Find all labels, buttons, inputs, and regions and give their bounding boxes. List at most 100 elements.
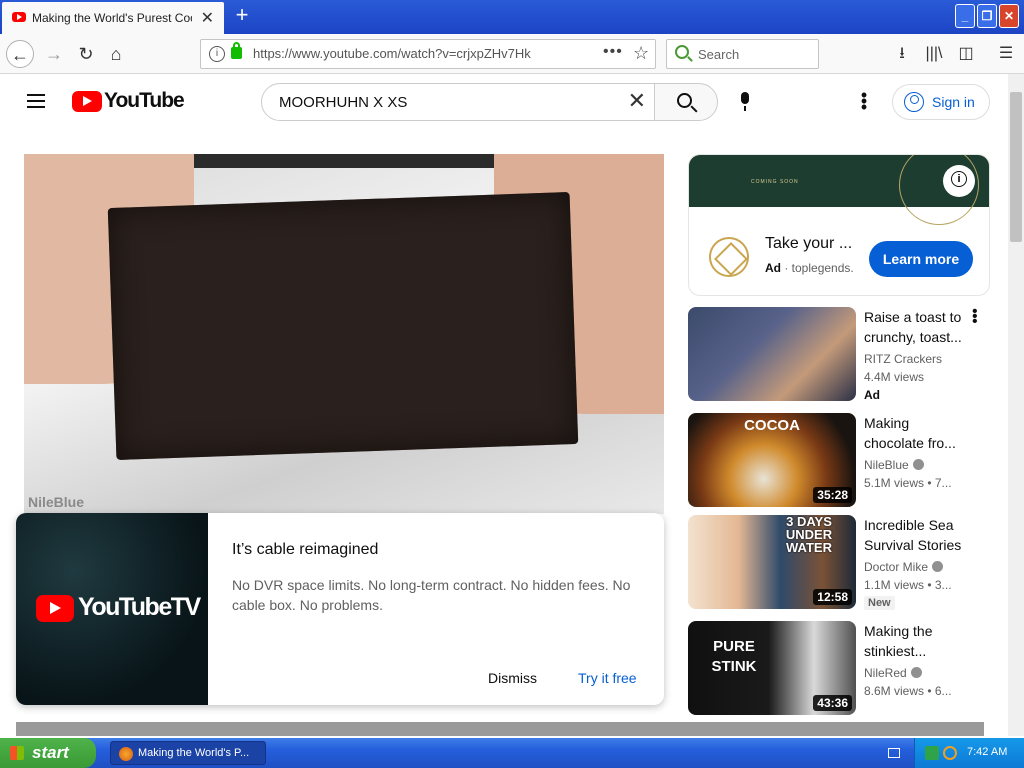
sidebar-ad-card[interactable]: COMING SOON Take your ... Ad · toplegend… <box>688 154 990 296</box>
keyboard-icon[interactable] <box>888 748 900 758</box>
download-icon[interactable]: ⭳ <box>888 40 916 68</box>
clear-search-icon[interactable]: ✕ <box>628 88 646 114</box>
channel-name[interactable]: NileBlue <box>864 458 924 472</box>
promo-body: No DVR space limits. No long-term contra… <box>232 577 631 613</box>
padlock-icon[interactable] <box>231 42 242 59</box>
ad-meta: Ad · toplegends. <box>765 261 854 275</box>
ad-badge: Ad <box>765 261 781 275</box>
advertiser-logo <box>709 237 749 277</box>
thumbnail-caption: COCOA <box>744 417 800 434</box>
page-actions-icon[interactable]: ••• <box>603 43 623 61</box>
verified-icon <box>932 561 944 572</box>
youtube-logo-text[interactable]: YouTube <box>104 89 185 113</box>
browser-search-box[interactable]: Search <box>666 39 819 69</box>
learn-more-button[interactable]: Learn more <box>869 241 973 277</box>
new-badge: New <box>864 596 895 610</box>
ad-badge: Ad <box>864 388 880 402</box>
search-query-text[interactable]: MOORHUHN X XS <box>279 94 407 111</box>
video-duration: 35:28 <box>813 487 852 503</box>
minimize-window-button[interactable]: _ <box>955 4 975 28</box>
chocolate-bar <box>107 192 579 460</box>
try-it-free-button[interactable]: Try it free <box>578 670 637 686</box>
thumbnail-caption: PURE STINK <box>711 638 757 675</box>
video-duration: 12:58 <box>813 589 852 605</box>
list-item[interactable]: PURE STINK 43:36 Making the stinkiest... … <box>688 621 988 715</box>
search-tray-icon[interactable] <box>943 746 957 760</box>
forward-arrow-icon[interactable]: → <box>40 40 68 68</box>
video-thumbnail[interactable]: 3 DAYS UNDER WATER 12:58 <box>688 515 856 609</box>
close-tab-icon[interactable]: ✕ <box>201 8 214 28</box>
video-player[interactable]: NileBlue <box>24 154 664 514</box>
list-item[interactable]: 3 DAYS UNDER WATER 12:58 Incredible Sea S… <box>688 515 988 610</box>
clock[interactable]: 7:42 AM <box>967 746 1007 758</box>
bookmark-star-icon[interactable]: ☆ <box>633 43 649 64</box>
new-tab-icon[interactable]: + <box>230 4 254 26</box>
sign-in-button[interactable]: Sign in <box>892 84 990 120</box>
more-options-icon[interactable]: • • • <box>972 304 978 330</box>
hamburger-menu-icon[interactable]: ☰ <box>992 40 1020 68</box>
youtube-search-button[interactable] <box>654 83 718 121</box>
verified-icon <box>912 459 924 470</box>
advertiser-name: toplegends. <box>791 261 854 275</box>
library-icon[interactable]: |||\ <box>920 40 948 68</box>
video-thumbnail[interactable]: COCOA 35:28 <box>688 413 856 507</box>
view-count: 1.1M views • 3... <box>864 578 952 592</box>
address-bar[interactable]: i https://www.youtube.com/watch?v=crjxpZ… <box>200 39 656 69</box>
sidebar-icon[interactable]: ◫ <box>952 40 980 68</box>
view-count: 4.4M views <box>864 370 925 384</box>
thumbnail-caption: 3 DAYS UNDER WATER <box>785 515 833 555</box>
home-icon[interactable]: ⌂ <box>102 40 130 68</box>
youtube-logo-icon[interactable] <box>72 91 102 112</box>
guide-menu-icon[interactable] <box>27 94 45 108</box>
screen: Making the World's Purest Cookie ✕ + _ ❐… <box>0 0 1024 768</box>
video-title[interactable]: Making chocolate fro... <box>864 413 974 453</box>
video-title[interactable]: Raise a toast to crunchy, toast... <box>864 307 974 347</box>
list-item[interactable]: Raise a toast to crunchy, toast... RITZ C… <box>688 304 988 402</box>
site-info-icon[interactable]: i <box>209 46 225 62</box>
browser-tab[interactable]: Making the World's Purest Cookie ✕ <box>2 2 224 34</box>
ad-info-icon[interactable] <box>943 165 975 197</box>
taskbar-window-label: Making the World's P... <box>138 747 250 759</box>
ad-banner-text: COMING SOON <box>751 179 799 185</box>
close-window-button[interactable]: ✕ <box>999 4 1019 28</box>
view-count: 5.1M views • 7... <box>864 476 952 490</box>
windows-flag-icon <box>10 746 24 760</box>
youtube-tv-logo-text: YouTubeTV <box>78 593 201 621</box>
search-engine-icon <box>675 45 689 59</box>
dismiss-button[interactable]: Dismiss <box>488 670 537 686</box>
network-icon[interactable] <box>925 746 939 760</box>
back-arrow-icon[interactable]: ← <box>6 40 34 68</box>
account-icon <box>904 92 924 112</box>
channel-name[interactable]: RITZ Crackers <box>864 352 942 366</box>
browser-toolbar: ← → ↻ ⌂ i https://www.youtube.com/watch?… <box>0 34 1024 74</box>
channel-name[interactable]: Doctor Mike <box>864 560 944 574</box>
video-thumbnail[interactable] <box>688 307 856 401</box>
settings-kebab-icon[interactable]: • • • <box>856 86 872 116</box>
list-item[interactable]: COCOA 35:28 Making chocolate fro... NileB… <box>688 413 988 507</box>
youtube-tv-logo-icon <box>36 595 74 622</box>
reload-icon[interactable]: ↻ <box>72 40 100 68</box>
youtube-search-input[interactable]: MOORHUHN X XS ✕ <box>261 83 655 121</box>
channel-watermark[interactable]: NileBlue <box>28 494 84 510</box>
video-thumbnail[interactable]: PURE STINK 43:36 <box>688 621 856 715</box>
ad-headline[interactable]: Take your ... <box>765 235 852 253</box>
verified-icon <box>910 667 922 678</box>
start-button[interactable]: start <box>0 738 96 768</box>
microphone-icon[interactable] <box>739 92 751 112</box>
video-duration: 43:36 <box>813 695 852 711</box>
page-scrollbar[interactable] <box>1008 74 1024 736</box>
channel-name[interactable]: NileRed <box>864 666 922 680</box>
video-title[interactable]: Incredible Sea Survival Stories <box>864 515 974 555</box>
horizontal-scrollbar[interactable] <box>16 722 984 736</box>
taskbar-firefox-window[interactable]: Making the World's P... <box>110 741 266 765</box>
browser-search-placeholder: Search <box>698 47 740 62</box>
maximize-window-button[interactable]: ❐ <box>977 4 997 28</box>
youtube-tv-promo-dialog: YouTubeTV It’s cable reimagined No DVR s… <box>16 513 664 705</box>
windows-taskbar: start Making the World's P... 7:42 AM <box>0 738 1024 768</box>
start-label: start <box>32 743 69 762</box>
url-text[interactable]: https://www.youtube.com/watch?v=crjxpZHv… <box>253 46 531 61</box>
system-tray: 7:42 AM <box>914 738 1024 768</box>
video-title[interactable]: Making the stinkiest... <box>864 621 974 661</box>
browser-tab-strip: Making the World's Purest Cookie ✕ + _ ❐… <box>0 0 1024 34</box>
scrollbar-thumb[interactable] <box>1010 92 1022 242</box>
